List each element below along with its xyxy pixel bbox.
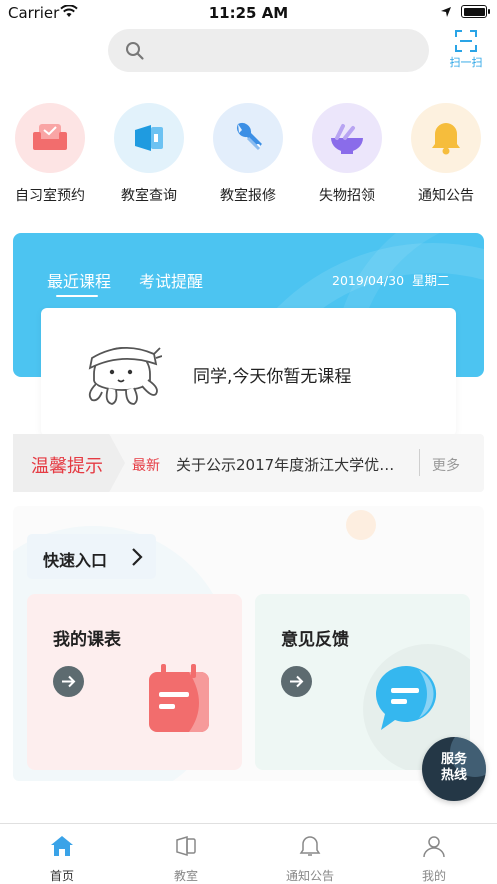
empty-course-message: 同学,今天你暂无课程 [193, 367, 352, 387]
notice-headline[interactable]: 关于公示2017年度浙江大学优秀学生... [176, 454, 408, 475]
tab-label: 我的 [421, 869, 446, 883]
quick-action-label: 自习室预约 [15, 188, 85, 204]
projector-icon [114, 103, 184, 173]
battery-icon [461, 5, 490, 18]
bell-icon [411, 103, 481, 173]
calendar-icon [149, 664, 209, 732]
clock: 11:25 AM [208, 4, 289, 22]
wrench-icon [213, 103, 283, 173]
service-hotline-button[interactable]: 服务 热线 [422, 737, 486, 801]
tab-announcements[interactable]: 通知公告 [248, 824, 372, 884]
feedback-arrow-button[interactable] [281, 666, 312, 697]
notice-new-badge: 最新 [132, 458, 160, 474]
my-schedule-card[interactable]: 我的课表 [27, 594, 242, 770]
quick-action-lost-found[interactable]: 失物招领 [302, 103, 392, 205]
arrow-right-icon [290, 675, 304, 688]
my-schedule-title: 我的课表 [53, 630, 121, 650]
basin-icon [312, 103, 382, 173]
quick-action-classroom-search[interactable]: 教室查询 [104, 103, 194, 205]
tab-classroom[interactable]: 教室 [124, 824, 248, 884]
tab-profile[interactable]: 我的 [372, 824, 496, 884]
scan-label: 扫一扫 [449, 56, 483, 69]
user-icon [423, 836, 445, 858]
notice-title: 温馨提示 [31, 456, 103, 477]
scan-icon [455, 30, 477, 52]
quick-action-study-room[interactable]: 自习室预约 [5, 103, 95, 205]
tab-exam-reminders[interactable]: 考试提醒 [139, 268, 203, 292]
active-tab-indicator [56, 295, 98, 297]
bottom-tab-bar: 首页 教室 通知公告 我的 [0, 823, 497, 884]
search-icon [126, 42, 144, 60]
chat-bubble-icon [375, 665, 437, 730]
chevron-right-icon [132, 548, 143, 566]
notice-more-link[interactable]: 更多 [432, 455, 460, 475]
scan-button[interactable]: 扫一扫 [444, 30, 488, 72]
search-input[interactable] [108, 29, 429, 72]
hotline-label: 服务 热线 [440, 752, 467, 783]
quick-action-label: 教室报修 [220, 188, 276, 204]
arrow-right-icon [62, 675, 76, 688]
current-date: 2019/04/30 星期二 [332, 273, 450, 288]
tab-label: 首页 [49, 869, 74, 883]
quick-action-label: 通知公告 [418, 188, 474, 204]
status-bar: Carrier 11:25 AM [0, 0, 497, 26]
quick-action-repair[interactable]: 教室报修 [203, 103, 293, 205]
location-arrow-icon [441, 7, 451, 17]
quick-entry-title: 快速入口 [43, 551, 108, 570]
quick-action-announcements[interactable]: 通知公告 [401, 103, 491, 205]
tab-recent-courses[interactable]: 最近课程 [47, 268, 111, 292]
projector-outline-icon [176, 835, 196, 857]
armchair-icon [15, 103, 85, 173]
bell-outline-icon [299, 836, 321, 856]
feedback-title: 意见反馈 [281, 630, 349, 650]
octopus-mascot-icon [88, 346, 162, 405]
quick-action-label: 教室查询 [121, 188, 177, 204]
tab-label: 教室 [173, 869, 198, 883]
my-schedule-arrow-button[interactable] [53, 666, 84, 697]
quick-action-label: 失物招领 [319, 188, 375, 204]
tab-label: 通知公告 [285, 869, 334, 883]
home-icon [51, 836, 73, 856]
tab-home[interactable]: 首页 [0, 824, 124, 884]
notice-divider [419, 449, 420, 476]
